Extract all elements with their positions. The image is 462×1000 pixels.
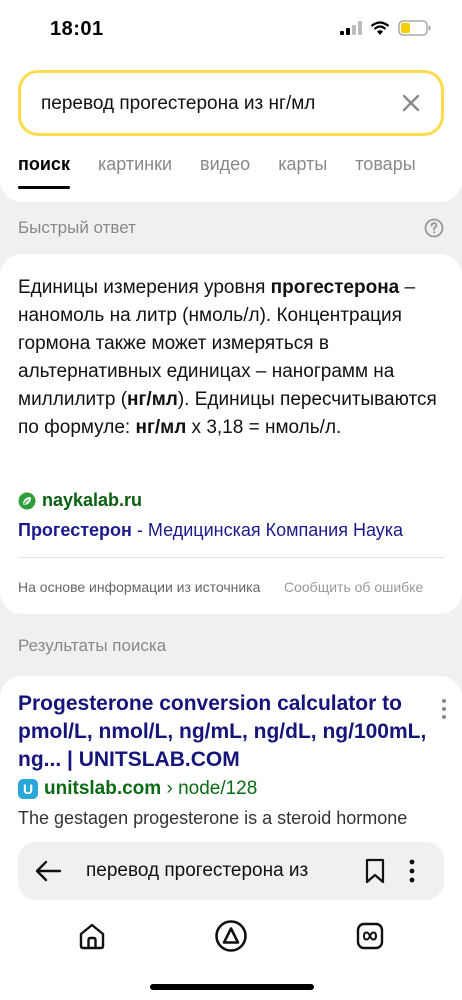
- report-error-link[interactable]: Сообщить об ошибке: [284, 579, 423, 595]
- tabs-button[interactable]: [350, 916, 390, 956]
- result-more-icon[interactable]: [440, 698, 448, 720]
- alice-icon: [215, 920, 247, 952]
- more-vertical-icon[interactable]: [408, 858, 416, 884]
- result-snippet: The gestagen progesterone is a steroid h…: [18, 808, 408, 828]
- result-title-link[interactable]: Progesterone conversion calculator to pm…: [18, 690, 428, 774]
- source-domain[interactable]: naykalab.ru: [42, 490, 142, 511]
- search-query[interactable]: перевод прогестерона из нг/мл: [41, 93, 315, 115]
- tab-video[interactable]: видео: [200, 154, 250, 175]
- battery-icon: [398, 20, 431, 36]
- search-result: Progesterone conversion calculator to pm…: [0, 676, 462, 856]
- source-row[interactable]: naykalab.ru: [18, 490, 142, 511]
- tab-images[interactable]: картинки: [98, 154, 172, 175]
- source-note: На основе информации из источника: [18, 579, 261, 595]
- quick-answer-text: Единицы измерения уровня прогестерона – …: [18, 277, 437, 438]
- result-path[interactable]: › node/128: [161, 778, 257, 799]
- browser-bottom-bar: перевод прогестерона из: [0, 830, 462, 1000]
- search-header: перевод прогестерона из нг/мл поиск карт…: [0, 62, 462, 202]
- status-time: 18:01: [50, 18, 104, 40]
- home-icon: [79, 923, 105, 950]
- tab-maps[interactable]: карты: [278, 154, 327, 175]
- tab-search[interactable]: поиск: [18, 154, 70, 189]
- help-icon[interactable]: [424, 218, 444, 238]
- home-indicator: [150, 984, 314, 990]
- signal-icon: [340, 21, 362, 35]
- search-tabs: поиск картинки видео карты товары: [18, 154, 444, 189]
- leaf-icon: [18, 492, 36, 509]
- results-heading: Результаты поиска: [18, 636, 167, 655]
- status-bar: 18:01: [0, 0, 462, 62]
- home-button[interactable]: [72, 916, 112, 956]
- back-arrow-icon[interactable]: [34, 859, 62, 883]
- browser-nav: [0, 916, 462, 956]
- tabs-icon: [356, 922, 384, 950]
- status-icons: [340, 20, 432, 36]
- result-url[interactable]: U unitslab.com › node/128: [18, 778, 257, 800]
- quick-answer-heading: Быстрый ответ: [18, 218, 136, 237]
- result-domain[interactable]: unitslab.com: [44, 778, 161, 799]
- bookmark-icon[interactable]: [364, 858, 386, 884]
- divider: [18, 557, 444, 558]
- source-title-link[interactable]: Прогестерон - Медицинская Компания Наука: [18, 520, 403, 541]
- close-icon[interactable]: [399, 91, 423, 115]
- quick-answer-card: Единицы измерения уровня прогестерона – …: [0, 254, 462, 614]
- address-bar[interactable]: перевод прогестерона из: [18, 842, 444, 900]
- wifi-icon: [370, 20, 390, 35]
- search-input[interactable]: перевод прогестерона из нг/мл: [18, 70, 444, 136]
- tab-products[interactable]: товары: [355, 154, 415, 175]
- site-favicon-icon: U: [18, 779, 38, 799]
- address-text[interactable]: перевод прогестерона из: [86, 860, 344, 882]
- alice-button[interactable]: [211, 916, 251, 956]
